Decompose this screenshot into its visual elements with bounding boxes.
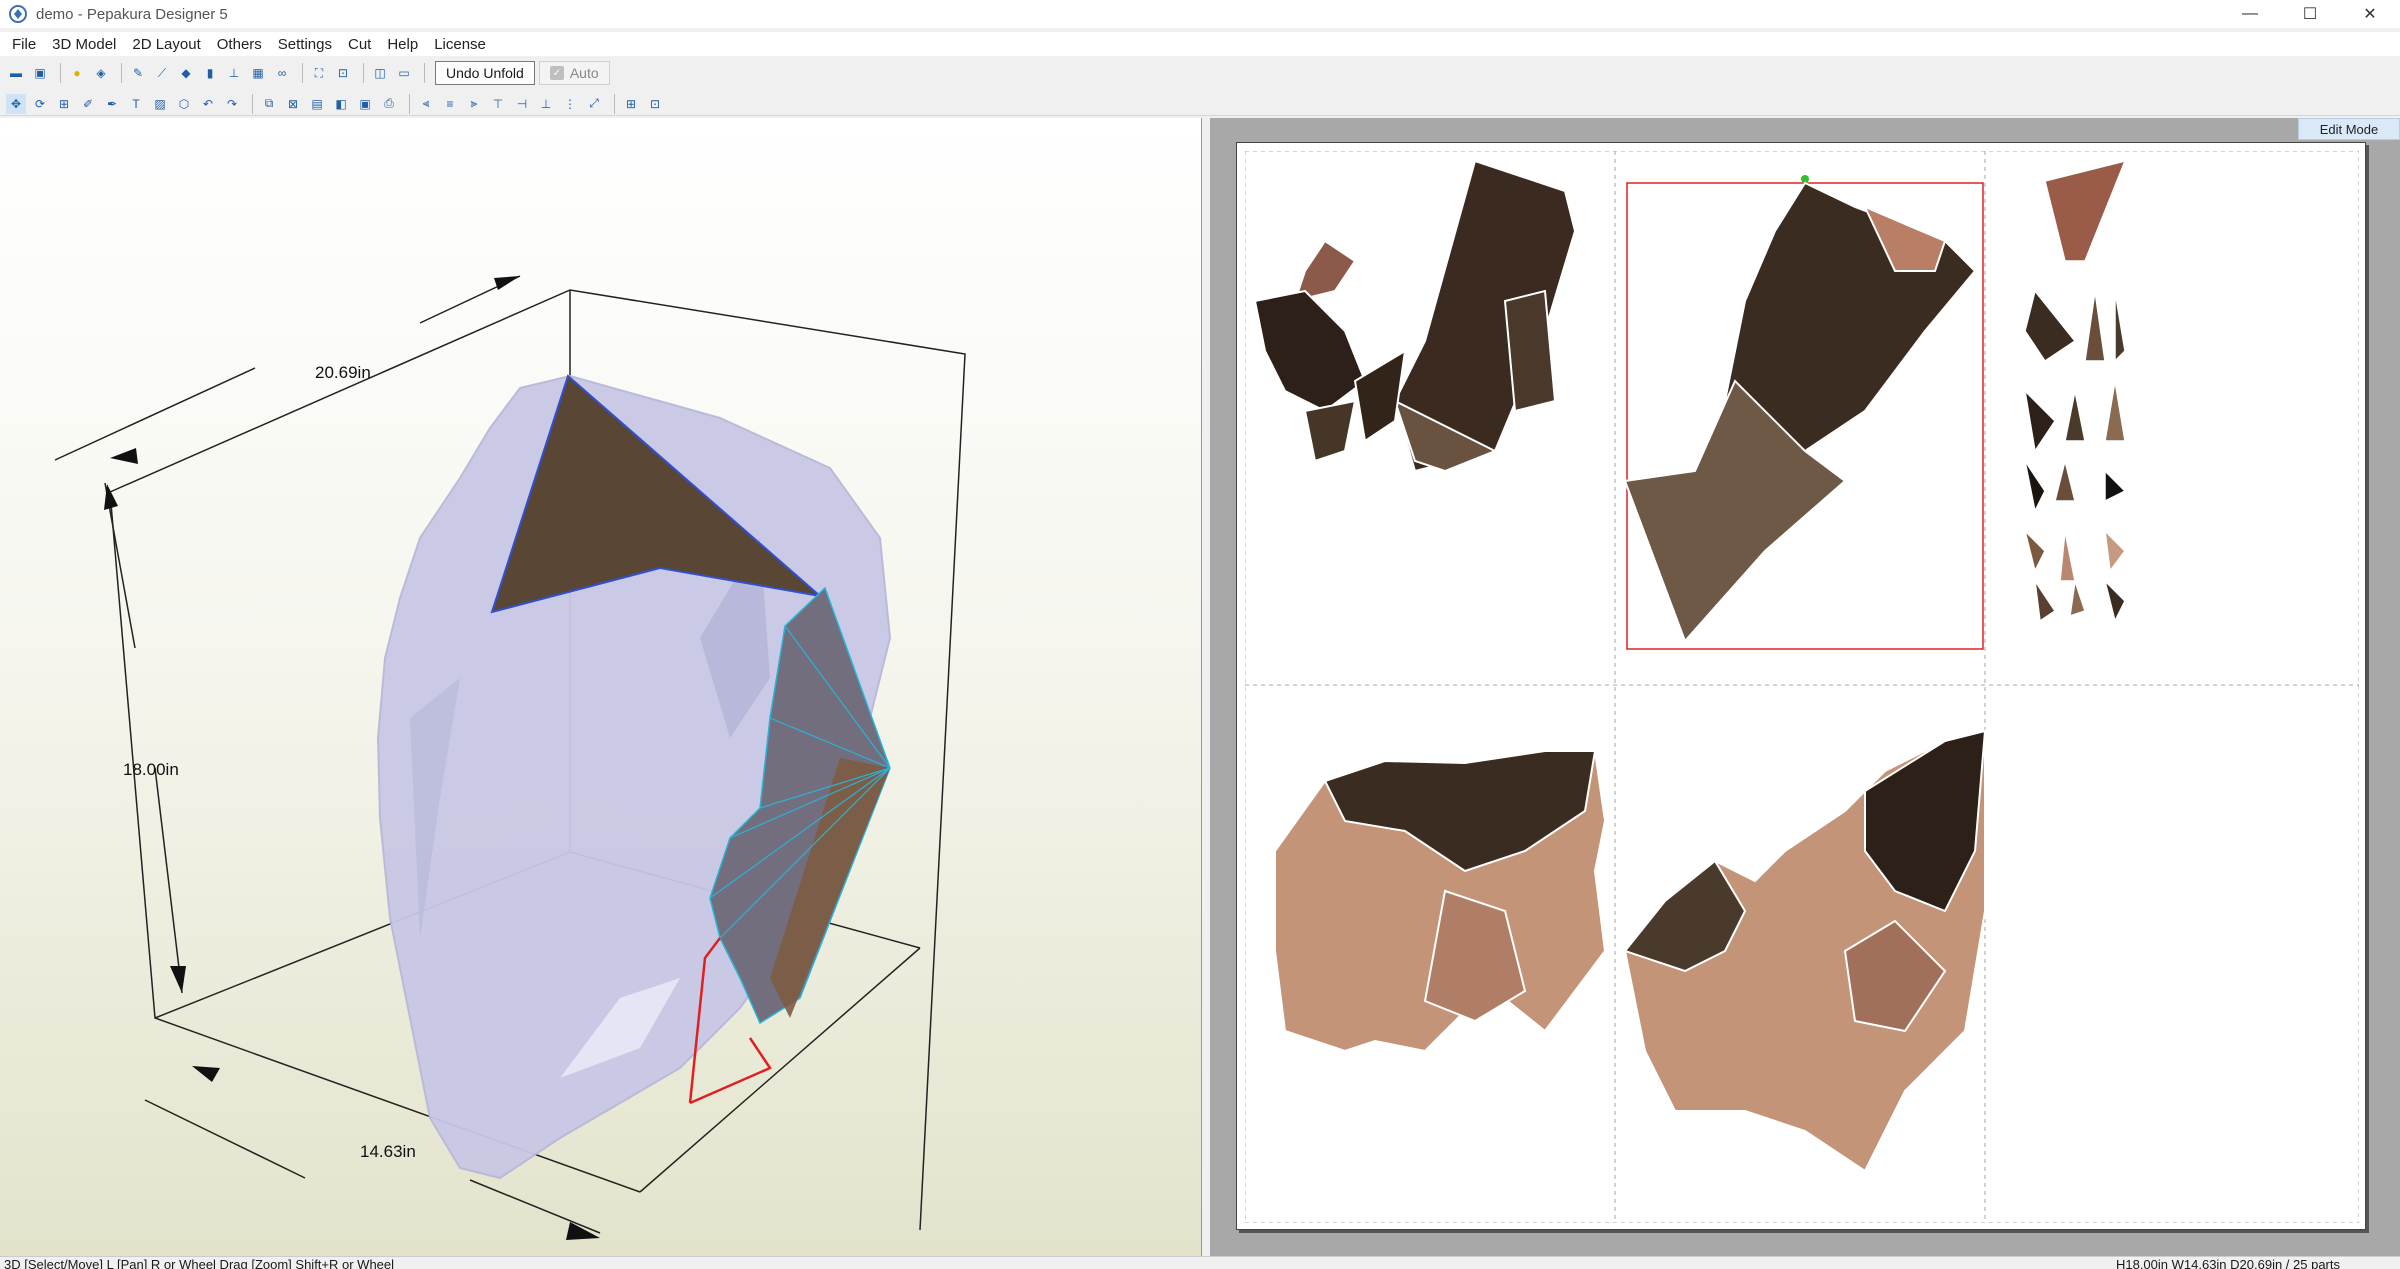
menu-3d-model[interactable]: 3D Model [44,36,124,53]
zoom-select-icon[interactable]: ⊡ [333,63,353,83]
open-icon[interactable]: ▬ [6,63,26,83]
3d-view-panel[interactable]: 20.69in 18.00in 14.63in [0,118,1202,1256]
paper-sheet [1236,142,2366,1230]
layout-canvas[interactable] [1245,151,2359,1223]
unfolded-part-group-4[interactable] [1274,750,1607,1053]
join-icon[interactable]: ⧉ [259,94,279,114]
fold-icon[interactable]: ⟋ [152,63,172,83]
edit-icon[interactable]: ✐ [78,94,98,114]
layout-toolbar: ✥ ⟳ ⊞ ✐ ✒ T ▨ ⬡ ↶ ↷ ⧉ ⊠ ▤ ◧ ▣ ⎙ ⫷ ≡ ⫸ ⊤ … [0,92,2400,116]
status-bar: 3D [Select/Move] L [Pan] R or Wheel Drag… [0,1256,2400,1269]
depth-dimension-label: 14.63in [360,1142,416,1161]
menu-help[interactable]: Help [379,36,426,53]
title-bar: demo - Pepakura Designer 5 — ☐ ✕ [0,0,2400,28]
align-top-icon[interactable]: ⊤ [488,94,508,114]
checkbox-icon: ✓ [549,66,564,80]
menu-settings[interactable]: Settings [270,36,340,53]
cube-icon[interactable]: ⬡ [174,94,194,114]
menu-license[interactable]: License [426,36,494,53]
main-toolbar: ▬ ▣ ● ◈ ✎ ⟋ ◆ ▮ ⊥ ▦ ∞ ⛶ ⊡ ◫ ▭ Undo Unfol… [0,58,2400,88]
cylinder-icon[interactable]: ▮ [200,63,220,83]
view-single-icon[interactable]: ▭ [394,63,414,83]
rotate-icon[interactable]: ⟳ [30,94,50,114]
undo-icon[interactable]: ↶ [198,94,218,114]
print-preview-icon[interactable]: ▣ [355,94,375,114]
edit-mode-button[interactable]: Edit Mode [2298,118,2400,140]
application-window: { "window": { "title": "demo - Pepakura … [0,0,2400,1269]
maximize-button[interactable]: ☐ [2280,0,2340,28]
menu-file[interactable]: File [4,36,44,53]
fit-page-icon[interactable]: ⊞ [621,94,641,114]
auto-label: Auto [569,65,599,81]
unfold-icon[interactable]: ⊞ [54,94,74,114]
light-icon[interactable]: ● [67,63,87,83]
align-right-icon[interactable]: ⫸ [464,94,484,114]
menu-bar: File 3D Model 2D Layout Others Settings … [0,32,2400,56]
width-dimension-label: 20.69in [315,363,371,382]
print-icon[interactable]: ⎙ [379,94,399,114]
unfolded-part-group-2[interactable] [1623,181,1977,644]
unfolded-part-group-3[interactable] [2023,159,2127,624]
redo-icon[interactable]: ↷ [222,94,242,114]
image-icon[interactable]: ▨ [150,94,170,114]
align-bottom-icon[interactable]: ⊥ [536,94,556,114]
view-split-icon[interactable]: ◫ [370,63,390,83]
link-icon[interactable]: ∞ [272,63,292,83]
texture-icon[interactable]: ◈ [91,63,111,83]
page-icon[interactable]: ▤ [307,94,327,114]
undo-unfold-button[interactable]: Undo Unfold [435,61,535,85]
save-icon[interactable]: ▣ [30,63,50,83]
status-dimensions-text: H18.00in W14.63in D20.69in / 25 parts [2115,1257,2340,1269]
select-icon[interactable]: ✥ [6,93,26,114]
menu-cut[interactable]: Cut [340,36,379,53]
3d-model-canvas[interactable] [0,118,1202,1256]
rotate-handle[interactable] [1801,175,1809,183]
2d-layout-panel[interactable]: Edit Mode [1210,118,2400,1256]
distribute-icon[interactable]: ⋮ [560,94,580,114]
scale-icon[interactable]: ⤢ [584,94,604,114]
axis-icon[interactable]: ⊥ [224,63,244,83]
minimize-button[interactable]: — [2220,0,2280,28]
zoom-fit-icon[interactable]: ⛶ [309,63,329,83]
settings-icon[interactable]: ⊡ [645,94,665,114]
text-icon[interactable]: T [126,94,146,114]
edge-icon[interactable]: ✎ [128,63,148,83]
close-button[interactable]: ✕ [2340,0,2400,28]
auto-button[interactable]: ✓ Auto [538,61,610,85]
pepakura-app-icon [9,5,27,23]
menu-2d-layout[interactable]: 2D Layout [124,36,208,53]
arrange-icon[interactable]: ⊠ [283,94,303,114]
view-splitter[interactable] [1202,118,1210,1256]
flap-icon[interactable]: ◧ [331,94,351,114]
status-hint-text: 3D [Select/Move] L [Pan] R or Wheel Drag… [4,1257,395,1269]
unfolded-part-group-1[interactable] [1253,159,1577,473]
pen-icon[interactable]: ✒ [102,94,122,114]
align-center-icon[interactable]: ≡ [440,94,460,114]
menu-others[interactable]: Others [209,36,270,53]
align-middle-icon[interactable]: ⊣ [512,94,532,114]
grid-icon[interactable]: ▦ [248,63,268,83]
unfolded-part-group-5[interactable] [1623,729,1987,1173]
height-dimension-label: 18.00in [123,760,179,779]
paint-icon[interactable]: ◆ [176,63,196,83]
window-title: demo - Pepakura Designer 5 [36,5,228,23]
align-left-icon[interactable]: ⫷ [416,94,436,114]
